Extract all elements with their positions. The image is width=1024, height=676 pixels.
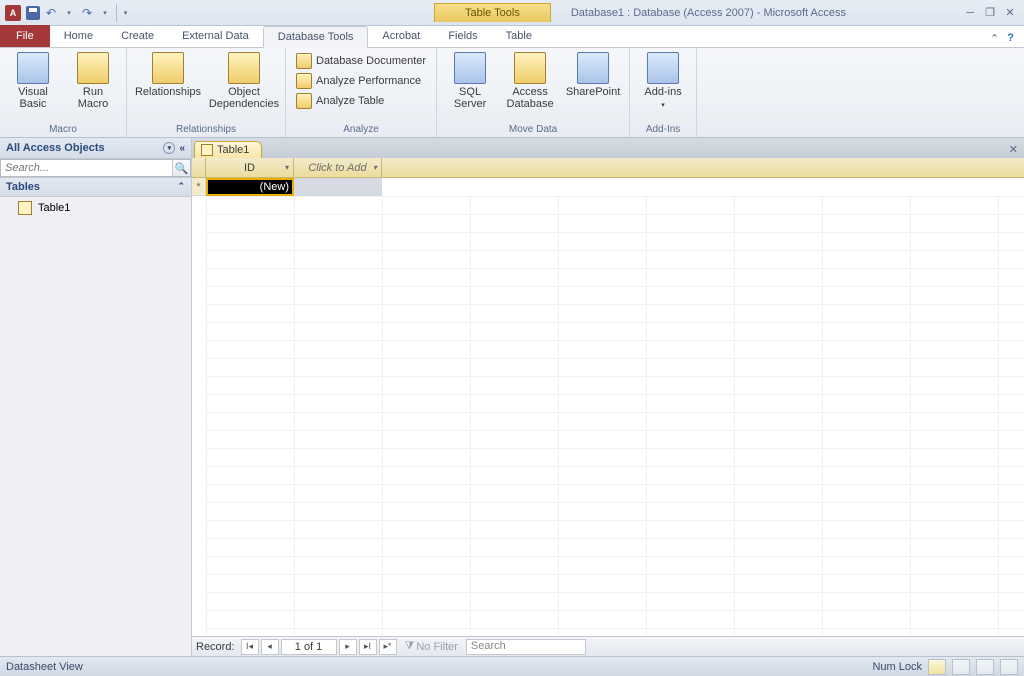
sql-server-button[interactable]: SQLServer <box>443 50 497 112</box>
run-macro-button[interactable]: RunMacro <box>66 50 120 112</box>
document-tab-label: Table1 <box>217 144 249 156</box>
nav-collapse-icon[interactable]: « <box>179 143 185 154</box>
database-documenter-button[interactable]: Database Documenter <box>292 52 430 70</box>
status-bar: Datasheet View Num Lock <box>0 656 1024 676</box>
visual-basic-button[interactable]: VisualBasic <box>6 50 60 112</box>
object-dependencies-button[interactable]: ObjectDependencies <box>209 50 279 112</box>
navigation-pane: All Access Objects ▾ « 🔍 Tables ⌃ Table1 <box>0 138 192 656</box>
other-view-button[interactable] <box>976 659 994 675</box>
contextual-tab-table-tools: Table Tools <box>434 3 551 22</box>
analyze-table-button[interactable]: Analyze Table <box>292 92 430 110</box>
workspace: All Access Objects ▾ « 🔍 Tables ⌃ Table1… <box>0 138 1024 656</box>
title-bar: A ↶ ▾ ↷ ▾ ▾ Table Tools Database1 : Data… <box>0 0 1024 26</box>
tab-external-data[interactable]: External Data <box>168 25 263 47</box>
new-record-button[interactable]: ▸* <box>379 639 397 655</box>
document-tabs: Table1 ✕ <box>192 138 1024 158</box>
access-database-button[interactable]: AccessDatabase <box>503 50 557 112</box>
column-dropdown-icon[interactable]: ▾ <box>285 163 289 172</box>
minimize-button[interactable]: ─ <box>962 6 978 20</box>
first-record-button[interactable]: I◂ <box>241 639 259 655</box>
tab-acrobat[interactable]: Acrobat <box>368 25 434 47</box>
window-controls: ─ ❐ ✕ <box>962 6 1024 20</box>
ribbon-tabs: File Home Create External Data Database … <box>0 26 1024 48</box>
group-label: Relationships <box>133 122 279 137</box>
table-icon <box>18 201 32 215</box>
cell-add-new[interactable] <box>294 178 382 196</box>
save-button[interactable] <box>24 4 42 22</box>
status-view-label: Datasheet View <box>6 661 83 673</box>
nav-header[interactable]: All Access Objects ▾ « <box>0 138 191 159</box>
filter-icon: ⧩ <box>405 640 415 653</box>
analyze-performance-button[interactable]: Analyze Performance <box>292 72 430 90</box>
last-record-button[interactable]: ▸I <box>359 639 377 655</box>
record-search-input[interactable]: Search <box>466 639 586 655</box>
status-numlock: Num Lock <box>872 661 922 673</box>
ribbon-body: VisualBasic RunMacro Macro Relationships… <box>0 48 1024 138</box>
ribbon-group-addins: Add-ins▾ Add-Ins <box>630 48 697 137</box>
group-label: Add-Ins <box>636 122 690 137</box>
ribbon-group-macro: VisualBasic RunMacro Macro <box>0 48 127 137</box>
record-navigator: Record: I◂ ◂ 1 of 1 ▸ ▸I ▸* ⧩No Filter S… <box>192 636 1024 656</box>
table-icon <box>201 144 213 156</box>
close-button[interactable]: ✕ <box>1002 6 1018 20</box>
document-close-button[interactable]: ✕ <box>1003 141 1024 158</box>
ribbon-help-area: ⌃ ? <box>988 30 1024 47</box>
collapse-icon: ⌃ <box>177 181 185 193</box>
cell-id-new[interactable]: (New) <box>206 178 294 196</box>
design-view-button[interactable] <box>952 659 970 675</box>
group-label: Move Data <box>443 122 623 137</box>
ribbon-group-move-data: SQLServer AccessDatabase SharePoint Move… <box>437 48 630 137</box>
qat-customize[interactable]: ▾ <box>116 4 134 22</box>
tab-home[interactable]: Home <box>50 25 107 47</box>
group-label: Macro <box>6 122 120 137</box>
nav-search-input[interactable] <box>1 160 172 176</box>
redo-button[interactable]: ↷ <box>80 6 94 20</box>
undo-dropdown[interactable]: ▾ <box>60 4 78 22</box>
other-view-button-2[interactable] <box>1000 659 1018 675</box>
relationships-button[interactable]: Relationships <box>133 50 203 100</box>
column-header-add[interactable]: Click to Add▾ <box>294 158 382 177</box>
row-selector[interactable]: * <box>192 178 206 196</box>
tab-file[interactable]: File <box>0 25 50 47</box>
column-header-id[interactable]: ID▾ <box>206 158 294 177</box>
addins-button[interactable]: Add-ins▾ <box>636 50 690 114</box>
tab-create[interactable]: Create <box>107 25 168 47</box>
datasheet-header: ID▾ Click to Add▾ <box>192 158 1024 178</box>
record-position[interactable]: 1 of 1 <box>281 639 337 655</box>
group-label: Analyze <box>292 122 430 137</box>
tab-database-tools[interactable]: Database Tools <box>263 26 369 48</box>
search-icon[interactable]: 🔍 <box>172 160 190 176</box>
undo-button[interactable]: ↶ <box>44 6 58 20</box>
tab-table[interactable]: Table <box>492 25 546 47</box>
app-icon[interactable]: A <box>4 4 22 22</box>
window-title: Database1 : Database (Access 2007) - Mic… <box>571 7 846 19</box>
minimize-ribbon-button[interactable]: ⌃ <box>988 30 1001 47</box>
datasheet-new-row: * (New) <box>192 178 1024 196</box>
restore-button[interactable]: ❐ <box>982 6 998 20</box>
sharepoint-button[interactable]: SharePoint <box>563 50 623 100</box>
ribbon-group-relationships: Relationships ObjectDependencies Relatio… <box>127 48 286 137</box>
filter-indicator[interactable]: ⧩No Filter <box>405 640 458 653</box>
record-label: Record: <box>196 641 235 653</box>
prev-record-button[interactable]: ◂ <box>261 639 279 655</box>
nav-title: All Access Objects <box>6 142 105 154</box>
document-tab-table1[interactable]: Table1 <box>194 141 262 158</box>
nav-group-tables[interactable]: Tables ⌃ <box>0 177 191 197</box>
redo-dropdown[interactable]: ▾ <box>96 4 114 22</box>
next-record-button[interactable]: ▸ <box>339 639 357 655</box>
nav-item-label: Table1 <box>38 202 70 214</box>
nav-filter-dropdown-icon[interactable]: ▾ <box>163 142 175 154</box>
quick-access-toolbar: A ↶ ▾ ↷ ▾ ▾ <box>0 4 134 22</box>
nav-item-table1[interactable]: Table1 <box>0 197 191 219</box>
datasheet-view-button[interactable] <box>928 659 946 675</box>
select-all-corner[interactable] <box>192 158 206 177</box>
nav-search: 🔍 <box>0 159 191 177</box>
tab-fields[interactable]: Fields <box>434 25 491 47</box>
column-dropdown-icon[interactable]: ▾ <box>373 163 377 172</box>
datasheet: ID▾ Click to Add▾ * (New) <box>192 158 1024 636</box>
datasheet-grid <box>206 196 1024 636</box>
ribbon-group-analyze: Database Documenter Analyze Performance … <box>286 48 437 137</box>
help-button[interactable]: ? <box>1005 30 1016 47</box>
document-area: Table1 ✕ ID▾ Click to Add▾ * (New) Recor… <box>192 138 1024 656</box>
